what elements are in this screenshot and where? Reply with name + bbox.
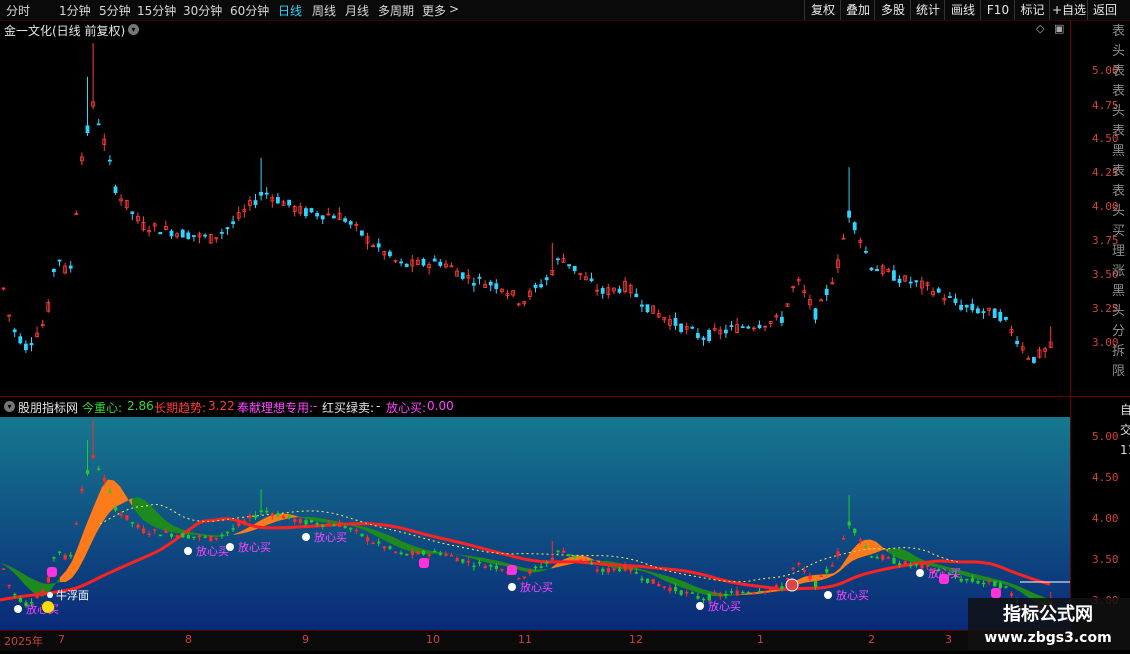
buy-signal-icon <box>508 583 516 591</box>
period-tab-1min[interactable]: 1分钟 <box>59 2 91 19</box>
signal-marker <box>991 588 1001 598</box>
period-toolbar: 分时 1分钟 5分钟 15分钟 30分钟 60分钟 日线 周线 月线 多周期 更… <box>0 0 1130 21</box>
field-label-trend: 长期趋势: <box>154 401 207 415</box>
indicator-tick: 4.50 <box>1092 471 1119 484</box>
overlay-button[interactable]: 叠加 <box>840 0 875 20</box>
period-tab-5min[interactable]: 5分钟 <box>99 2 131 19</box>
fuzzy-signal-icon <box>47 592 53 598</box>
field-value-buy: 0.00 <box>427 399 454 413</box>
back-button[interactable]: 返回 <box>1087 0 1122 20</box>
field-value-center: 2.86 <box>127 399 154 413</box>
mark-button[interactable]: 标记 <box>1014 0 1050 20</box>
date-tick: 2025年 <box>4 635 43 648</box>
fuquan-button[interactable]: 复权 <box>804 0 841 20</box>
period-tab-weekly[interactable]: 周线 <box>312 2 336 19</box>
f10-button[interactable]: F10 <box>980 0 1015 20</box>
multi-stock-button[interactable]: 多股 <box>874 0 911 20</box>
date-tick: 10 <box>426 633 440 646</box>
smiley-icon <box>42 601 54 613</box>
buy-signal-label: 放心买 <box>708 599 741 613</box>
buy-signal-label: 放心买 <box>238 540 271 554</box>
axis-divider <box>1070 20 1071 630</box>
buy-signal-icon <box>302 533 310 541</box>
date-tick: 7 <box>58 633 65 646</box>
draw-line-button[interactable]: 画线 <box>944 0 981 20</box>
indicator-chart[interactable]: 放心买放心买 放心买放心买放心买放心买放心买放心买牛浮面 <box>0 417 1070 630</box>
field-label-center: 今重心: <box>82 401 123 415</box>
side-info-column: 表头表表头表黑表表头买理涨黑头分拆限 <box>1112 24 1126 379</box>
indicator-name: 股朋指标网 <box>18 401 79 415</box>
candlestick-chart[interactable] <box>0 38 1070 396</box>
field-value-trend: 3.22 <box>208 399 235 413</box>
indicator-side-column: 自交111111111 <box>1120 403 1130 457</box>
buy-signal-label: 放心买 <box>196 544 229 558</box>
date-tick: 1 <box>757 633 764 646</box>
field-label-special: 奉献理想专用: <box>237 401 314 415</box>
stats-button[interactable]: 统计 <box>910 0 945 20</box>
signal-marker <box>419 558 429 568</box>
buy-signal-label: 放心买 <box>836 588 869 602</box>
indicator-tick: 4.00 <box>1092 512 1119 525</box>
date-tick: 2 <box>868 633 875 646</box>
signal-marker <box>507 565 517 575</box>
period-tab-multi[interactable]: 多周期 <box>378 2 414 19</box>
period-tab-daily[interactable]: 日线 <box>278 2 302 19</box>
watermark-title: 指标公式网 <box>1003 603 1093 625</box>
indicator-tick: 3.50 <box>1092 553 1119 566</box>
period-tab-60min[interactable]: 60分钟 <box>230 2 269 19</box>
period-tab-monthly[interactable]: 月线 <box>345 2 369 19</box>
date-tick: 8 <box>185 633 192 646</box>
date-axis: 2025年 7 8 9 10 11 12 1 2 3 <box>0 630 1070 651</box>
indicator-header: ▾ 股朋指标网 今重心: 2.86 长期趋势: 3.22 奉献理想专用: - 红… <box>0 397 1070 417</box>
watermark-logo: 指标公式网 www.zbgs3.com <box>968 598 1130 650</box>
date-tick: 9 <box>302 633 309 646</box>
diamond-icon[interactable]: ◇ <box>1036 22 1044 35</box>
date-tick: 3 <box>945 633 952 646</box>
chevron-down-icon[interactable]: ▾ <box>4 401 15 412</box>
chevron-down-icon[interactable]: ▾ <box>128 24 139 35</box>
date-tick: 11 <box>518 633 532 646</box>
window-toggle-icon[interactable]: ▣ <box>1054 22 1064 35</box>
period-tab-fenshi[interactable]: 分时 <box>6 2 30 19</box>
chart-title: 金一文化(日线 前复权) <box>4 24 126 38</box>
fuzzy-signal-label: 牛浮面 <box>56 588 89 602</box>
field-label-redbuy: 红买绿卖: <box>322 401 375 415</box>
field-value-special: - <box>313 399 318 413</box>
period-tab-30min[interactable]: 30分钟 <box>183 2 222 19</box>
buy-signal-label: 放心买 <box>314 530 347 544</box>
buy-signal-icon <box>824 591 832 599</box>
buy-signal-icon <box>184 547 192 555</box>
more-arrow-icon[interactable]: > <box>449 2 459 16</box>
buy-signal-icon <box>14 605 22 613</box>
indicator-tick: 5.00 <box>1092 430 1119 443</box>
buy-signal-label: 放心买 <box>520 580 553 594</box>
field-value-redbuy: - <box>376 399 381 413</box>
date-tick: 12 <box>629 633 643 646</box>
buy-signal-icon <box>916 569 924 577</box>
signal-marker <box>939 574 949 584</box>
buy-signal-icon <box>226 543 234 551</box>
watermark-url: www.zbgs3.com <box>984 630 1111 646</box>
add-favorite-button[interactable]: +自选 <box>1049 0 1088 20</box>
buy-signal-icon <box>696 602 704 610</box>
field-label-buy: 放心买: <box>386 401 427 415</box>
period-tab-more[interactable]: 更多 <box>422 2 446 19</box>
period-tab-15min[interactable]: 15分钟 <box>137 2 176 19</box>
signal-marker <box>47 567 57 577</box>
ball-icon <box>785 578 799 592</box>
